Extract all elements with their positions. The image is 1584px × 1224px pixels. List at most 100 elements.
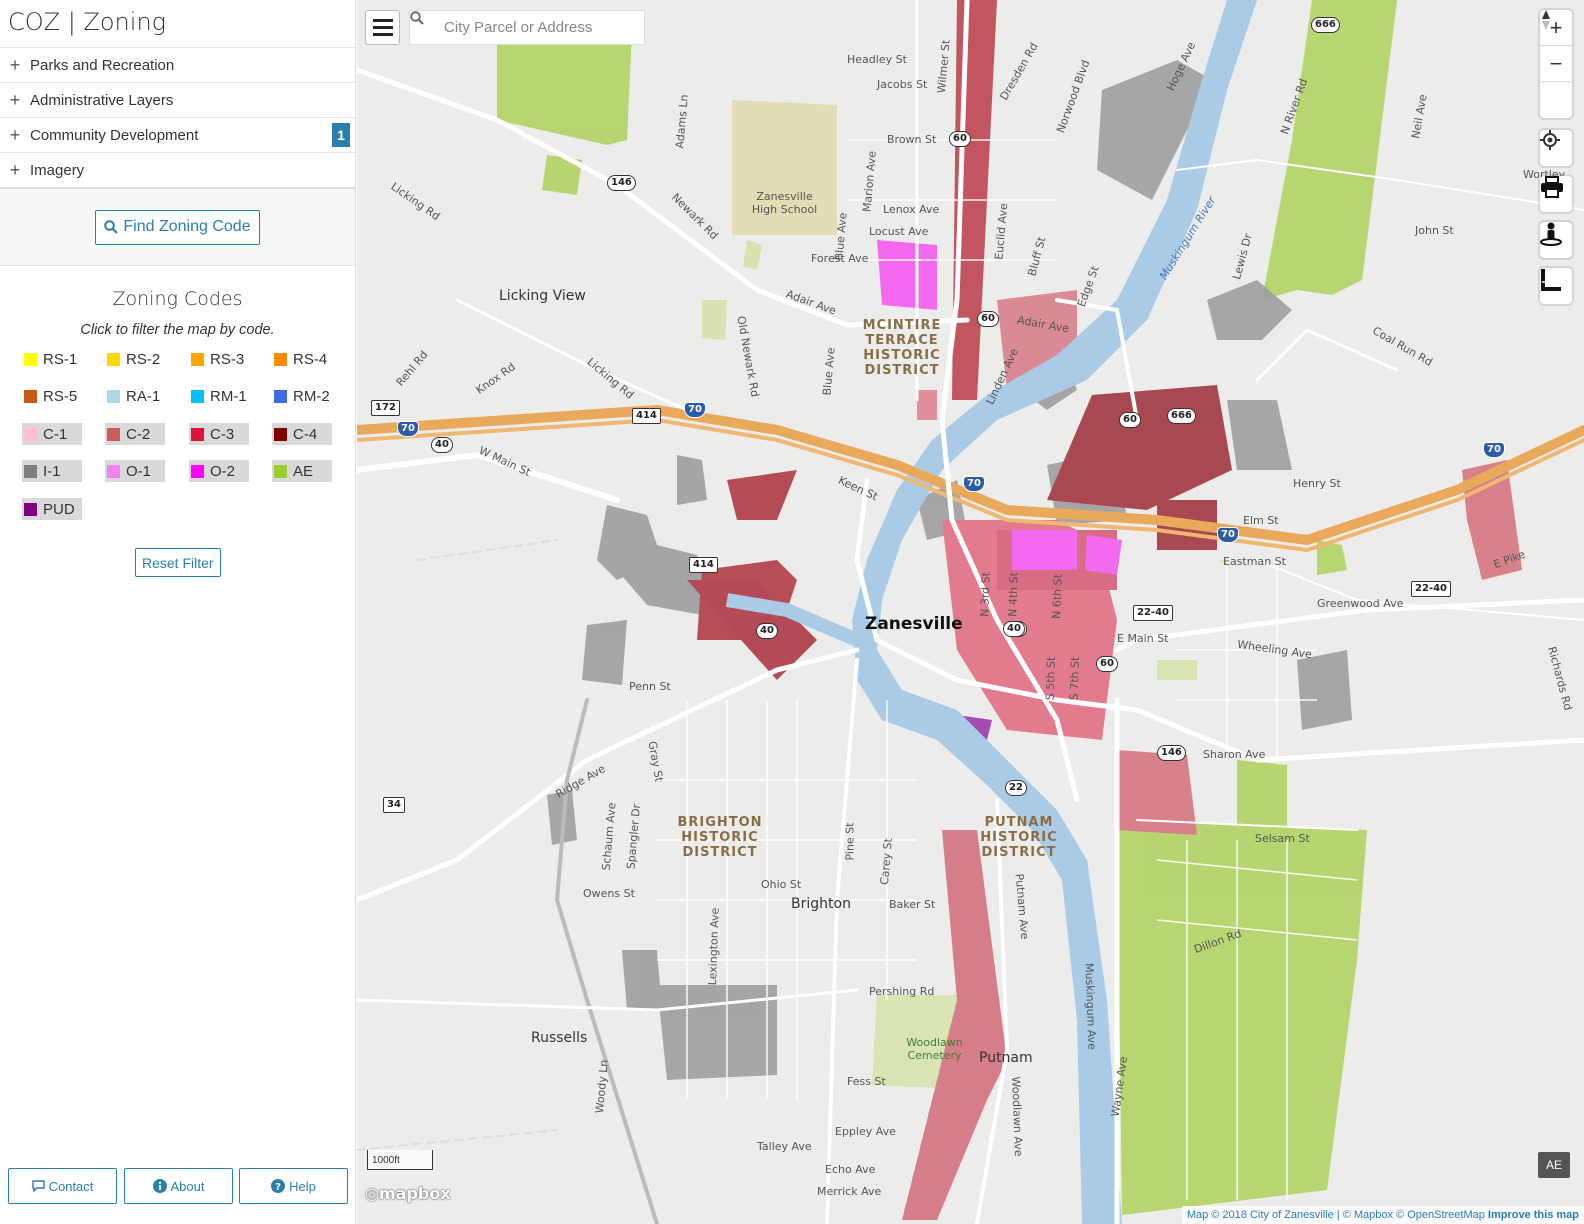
route-shield: 146 [1157,745,1186,761]
layer-group-community-development[interactable]: + Community Development 1 [0,118,355,153]
street-label: N 6th St [1050,573,1065,620]
about-button[interactable]: About [124,1168,233,1204]
zoning-code-label: C-2 [126,425,151,443]
menu-button[interactable] [365,10,400,45]
zoning-code-rs-4[interactable]: RS-4 [272,348,332,370]
ruler-icon [1541,269,1561,291]
help-button[interactable]: ? Help [239,1168,348,1204]
zoning-code-rs-1[interactable]: RS-1 [22,348,82,370]
zoning-code-swatch [24,352,37,366]
place-label-brighton: Brighton [791,896,851,912]
zoning-code-swatch [191,427,204,441]
street-label: Sharon Ave [1203,748,1266,761]
zoning-code-label: RS-1 [43,350,78,368]
zoning-code-c-1[interactable]: C-1 [22,423,82,445]
crosshair-icon [1540,130,1560,150]
route-shield: 40 [1003,621,1025,637]
zoning-code-ra-1[interactable]: RA-1 [105,385,165,407]
zoning-code-label: O-2 [210,462,236,480]
street-label: Greenwood Ave [1317,597,1404,610]
layer-group-administrative[interactable]: + Administrative Layers [0,83,355,118]
improve-map-link[interactable]: Improve this map [1488,1209,1579,1221]
interstate-shield: 70 [1483,442,1505,458]
print-button[interactable] [1540,176,1572,212]
compass-icon [1542,10,1550,30]
zoning-code-label: RM-2 [293,387,330,405]
mapbox-logo[interactable]: ◎mapbox [365,1184,451,1203]
route-shield: 60 [949,131,971,147]
sidebar: COZ | Zoning + Parks and Recreation + Ad… [0,0,356,1224]
street-label: Woodlawn Ave [1009,1076,1025,1157]
about-label: About [170,1178,205,1194]
attribution-text[interactable]: Map © 2018 City of Zanesville | © Mapbox… [1187,1209,1485,1221]
street-label: Headley St [847,53,907,66]
zoning-code-swatch [191,389,204,403]
street-label: Merrick Ave [817,1185,882,1198]
zoning-code-o-1[interactable]: O-1 [105,460,165,482]
reset-filter-button[interactable]: Reset Filter [135,548,221,577]
layer-group-parks[interactable]: + Parks and Recreation [0,48,355,83]
zoning-code-rs-5[interactable]: RS-5 [22,385,82,407]
measure-button[interactable] [1540,268,1572,304]
zoning-code-label: C-3 [210,425,235,443]
route-shield: 666 [1311,17,1340,33]
zoning-code-label: RM-1 [210,387,247,405]
zoning-code-i-1[interactable]: I-1 [22,460,82,482]
street-label: Henry St [1293,477,1341,490]
district-label-brighton: BRIGHTON HISTORIC DISTRICT [677,815,763,860]
person-icon [1540,222,1562,246]
zoning-code-label: I-1 [43,462,61,480]
search-box [409,10,645,45]
map-canvas[interactable]: Licking View Zanesville Brighton Russell… [357,0,1584,1224]
zoning-code-c-4[interactable]: C-4 [272,423,332,445]
zoom-out-button[interactable]: − [1540,46,1572,82]
info-icon [152,1179,167,1193]
layer-group-label: Community Development [30,126,199,144]
zoning-code-rs-2[interactable]: RS-2 [105,348,165,370]
street-label: Pine St [843,822,857,861]
geolocate-button[interactable] [1540,130,1572,166]
street-label: Pershing Rd [869,985,935,998]
street-label: Locust Ave [869,225,929,238]
zoning-code-list: RS-1 RS-2 RS-3 RS-4 RS-5 RA-1 RM-1 RM-2 C-1 C-2 C-… [0,348,355,548]
zoning-code-o-2[interactable]: O-2 [189,460,249,482]
find-zoning-code-button[interactable]: Find Zoning Code [95,209,260,245]
zoning-code-swatch [274,427,287,441]
zoning-code-swatch [191,352,204,366]
layer-group-imagery[interactable]: + Imagery [0,153,355,188]
poi-label-cemetery: Woodlawn Cemetery [906,1036,963,1062]
zoning-code-label: C-1 [43,425,68,443]
zoning-code-ae[interactable]: AE [272,460,332,482]
minus-icon: − [1549,50,1563,76]
street-label: Selsam St [1255,832,1310,845]
street-label: Talley Ave [757,1140,812,1153]
street-label: Lenox Ave [883,203,940,216]
zoning-code-c-2[interactable]: C-2 [105,423,165,445]
zoning-code-c-3[interactable]: C-3 [189,423,249,445]
zoom-controls: + − [1540,10,1572,118]
zoning-code-rm-2[interactable]: RM-2 [272,385,332,407]
active-filter-badge[interactable]: AE [1538,1152,1570,1178]
zoning-code-swatch [107,427,120,441]
poi-label-high-school: Zanesville High School [751,190,818,216]
zoning-code-pud[interactable]: PUD [22,498,82,520]
route-shield: 22-40 [1411,581,1451,597]
zoning-code-label: RA-1 [126,387,161,405]
zoning-code-swatch [191,464,204,478]
route-shield: 60 [1119,412,1141,428]
help-icon: ? [271,1179,286,1193]
contact-button[interactable]: Contact [8,1168,117,1204]
street-label: Baker St [889,898,936,911]
layer-group-label: Parks and Recreation [30,56,175,74]
compass-button[interactable] [1540,10,1572,118]
street-label: Echo Ave [825,1163,876,1176]
street-view-button[interactable] [1540,222,1572,258]
search-input[interactable] [444,19,634,36]
zoning-code-rm-1[interactable]: RM-1 [189,385,249,407]
footer-buttons: Contact About ? Help [8,1168,348,1204]
route-shield: 40 [756,623,778,639]
route-shield: 414 [689,557,718,573]
street-label: Ohio St [761,878,802,891]
zoning-code-rs-3[interactable]: RS-3 [189,348,249,370]
place-label: Licking View [499,288,586,304]
